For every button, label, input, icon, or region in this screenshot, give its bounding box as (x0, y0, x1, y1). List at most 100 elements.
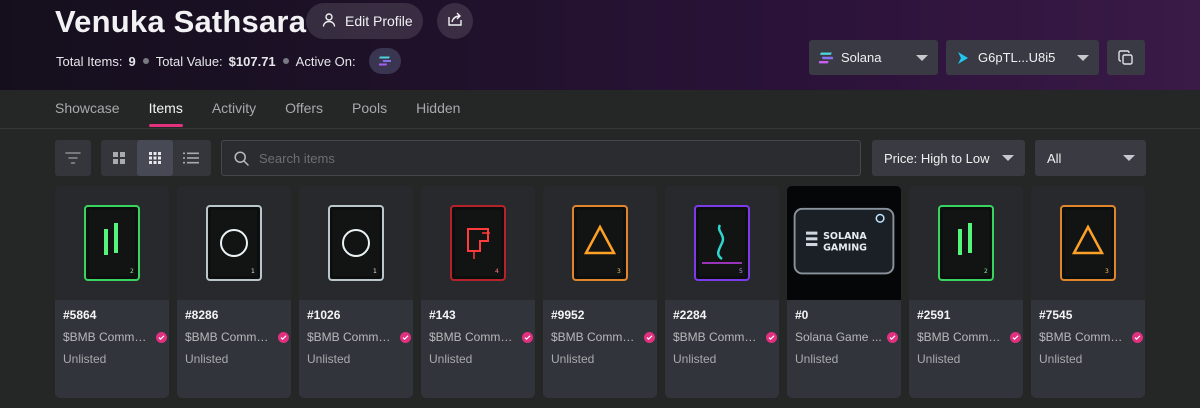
search-input[interactable] (259, 150, 819, 166)
tab-showcase[interactable]: Showcase (55, 100, 120, 128)
verified-badge-icon (886, 331, 898, 343)
nft-card[interactable]: 3 #7545 $BMB Commu... Unlisted (1031, 186, 1145, 398)
verified-badge-icon (644, 331, 655, 343)
nft-image: 4 (421, 186, 535, 300)
nft-image: 5 (665, 186, 779, 300)
small-grid-icon (149, 152, 161, 164)
solana-chain-badge[interactable] (368, 48, 401, 74)
tab-items[interactable]: Items (148, 100, 184, 128)
listing-status: Unlisted (917, 352, 961, 366)
nft-card[interactable]: 2 #5864 $BMB Commu... Unlisted (55, 186, 169, 398)
tabs-divider (0, 128, 1200, 129)
nft-card[interactable]: 1 #1026 $BMB Commu... Unlisted (299, 186, 413, 398)
nft-card[interactable]: 5 #2284 $BMB Commu... Unlisted (665, 186, 779, 398)
nft-number: #8286 (185, 308, 219, 322)
active-on-label: Active On: (295, 53, 356, 69)
nft-card[interactable]: 3 #9952 $BMB Commu... Unlisted (543, 186, 657, 398)
nft-collection: $BMB Commu... (551, 330, 655, 344)
verified-badge-icon (156, 331, 167, 343)
sort-select[interactable]: Price: High to Low (872, 140, 1025, 176)
list-view-button[interactable] (173, 140, 209, 176)
nft-collection: $BMB Commu... (63, 330, 167, 344)
chain-select-value: Solana (841, 50, 882, 65)
verified-badge-icon (400, 331, 411, 343)
nft-number: #2591 (917, 308, 951, 322)
total-items-label: Total Items: (56, 53, 123, 69)
chevron-down-icon (1077, 55, 1089, 61)
collection-name: Solana Game ... (795, 330, 882, 344)
copy-address-button[interactable] (1107, 40, 1145, 75)
solana-icon (378, 56, 391, 66)
chevron-down-icon (916, 55, 928, 61)
nft-card[interactable]: 4 #143 $BMB Commu... Unlisted (421, 186, 535, 398)
nft-image: 1 (177, 186, 291, 300)
nft-number: #2284 (673, 308, 707, 322)
nft-collection: Solana Game ... (795, 330, 898, 344)
tab-activity[interactable]: Activity (212, 100, 256, 128)
total-items-value: 9 (128, 53, 136, 69)
nft-collection: $BMB Commu... (429, 330, 533, 344)
nft-image: 1 (299, 186, 413, 300)
nft-collection: $BMB Commu... (1039, 330, 1143, 344)
edit-profile-button[interactable]: Edit Profile (306, 3, 423, 39)
edit-profile-label: Edit Profile (345, 13, 413, 29)
svg-text:5: 5 (739, 268, 743, 275)
listing-status: Unlisted (551, 352, 595, 366)
nft-number: #1026 (307, 308, 341, 322)
collection-name: $BMB Commu... (673, 330, 761, 344)
tab-hidden[interactable]: Hidden (416, 100, 460, 128)
wallet-provider-icon (958, 51, 968, 64)
listing-status: Unlisted (307, 352, 351, 366)
nft-image: 2 (55, 186, 169, 300)
nft-number: #5864 (63, 308, 97, 322)
tab-pools[interactable]: Pools (352, 100, 387, 128)
wallet-select[interactable]: G6pTL...U8i5 (946, 40, 1099, 75)
nft-card[interactable]: SOLANA GAMING #0 Solana Game ... Unlisted (787, 186, 901, 398)
share-button[interactable] (437, 3, 473, 39)
svg-text:SOLANA: SOLANA (823, 231, 867, 242)
profile-tabs: Showcase Items Activity Offers Pools Hid… (55, 100, 489, 128)
nft-collection: $BMB Commu... (185, 330, 289, 344)
listing-filter-value: All (1047, 150, 1062, 166)
search-box (221, 140, 861, 176)
svg-text:1: 1 (373, 268, 377, 275)
list-icon (183, 152, 199, 164)
tab-offers[interactable]: Offers (285, 100, 323, 128)
chain-select[interactable]: Solana (809, 40, 938, 75)
large-grid-view-button[interactable] (101, 140, 137, 176)
large-grid-icon (113, 152, 125, 164)
sort-select-value: Price: High to Low (884, 150, 990, 166)
nft-collection: $BMB Commu... (917, 330, 1021, 344)
chevron-down-icon (1123, 155, 1135, 161)
view-mode-switcher (101, 140, 211, 176)
collection-name: $BMB Commu... (917, 330, 1005, 344)
nft-image: 3 (1031, 186, 1145, 300)
collection-name: $BMB Commu... (429, 330, 517, 344)
nft-card[interactable]: 1 #8286 $BMB Commu... Unlisted (177, 186, 291, 398)
nft-card[interactable]: 2 #2591 $BMB Commu... Unlisted (909, 186, 1023, 398)
svg-text:3: 3 (1105, 268, 1109, 275)
small-grid-view-button[interactable] (137, 140, 173, 176)
svg-text:2: 2 (130, 268, 134, 275)
nft-collection: $BMB Commu... (307, 330, 411, 344)
verified-badge-icon (278, 331, 289, 343)
svg-text:4: 4 (495, 268, 499, 275)
total-value-value: $107.71 (228, 53, 276, 69)
nft-number: #143 (429, 308, 456, 322)
collection-name: $BMB Commu... (185, 330, 273, 344)
svg-text:1: 1 (251, 268, 255, 275)
svg-text:2: 2 (984, 268, 988, 275)
nft-image: SOLANA GAMING (787, 186, 901, 300)
listing-filter-select[interactable]: All (1035, 140, 1146, 176)
share-icon (447, 11, 463, 32)
filter-toggle-button[interactable] (55, 140, 91, 176)
solana-icon (819, 52, 833, 63)
copy-icon (1118, 49, 1133, 65)
verified-badge-icon (1132, 331, 1143, 343)
verified-badge-icon (1010, 331, 1021, 343)
search-icon (234, 150, 249, 166)
collection-name: $BMB Commu... (551, 330, 639, 344)
profile-name: Venuka Sathsara (55, 4, 307, 39)
nft-image: 2 (909, 186, 1023, 300)
listing-status: Unlisted (795, 352, 839, 366)
